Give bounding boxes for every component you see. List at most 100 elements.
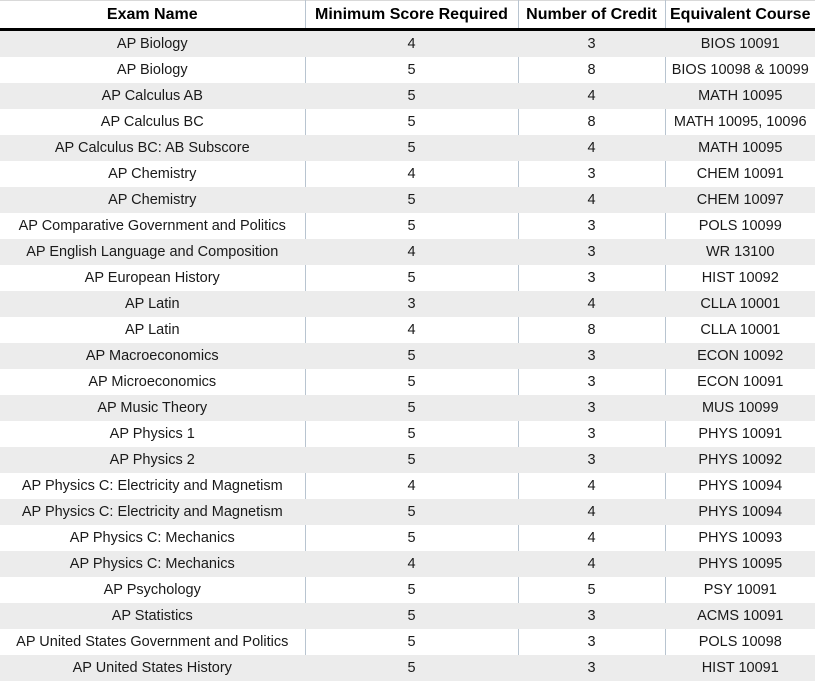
cell-exam-name: AP Physics C: Electricity and Magnetism: [0, 499, 305, 525]
cell-exam-name: AP European History: [0, 265, 305, 291]
table-row: AP Calculus BC: AB Subscore54MATH 10095: [0, 135, 815, 161]
table-row: AP Chemistry43CHEM 10091: [0, 161, 815, 187]
table-row: AP Calculus BC58MATH 10095, 10096: [0, 109, 815, 135]
table-row: AP Physics C: Electricity and Magnetism5…: [0, 499, 815, 525]
cell-minimum-score-required: 5: [305, 629, 518, 655]
cell-equivalent-course: ECON 10091: [665, 369, 815, 395]
cell-equivalent-course: HIST 10092: [665, 265, 815, 291]
cell-equivalent-course: ECON 10092: [665, 343, 815, 369]
cell-equivalent-course: MATH 10095: [665, 83, 815, 109]
cell-equivalent-course: CHEM 10091: [665, 161, 815, 187]
cell-minimum-score-required: 4: [305, 239, 518, 265]
cell-exam-name: AP Physics C: Mechanics: [0, 525, 305, 551]
cell-number-of-credit: 3: [518, 213, 665, 239]
cell-equivalent-course: PHYS 10095: [665, 551, 815, 577]
ap-credit-table: Exam Name Minimum Score Required Number …: [0, 0, 815, 681]
cell-number-of-credit: 4: [518, 499, 665, 525]
table-row: AP Latin48CLLA 10001: [0, 317, 815, 343]
cell-minimum-score-required: 5: [305, 343, 518, 369]
table-row: AP Physics 153PHYS 10091: [0, 421, 815, 447]
table-row: AP Biology58BIOS 10098 & 10099: [0, 57, 815, 83]
cell-equivalent-course: CLLA 10001: [665, 291, 815, 317]
cell-minimum-score-required: 5: [305, 369, 518, 395]
cell-number-of-credit: 4: [518, 83, 665, 109]
cell-equivalent-course: PHYS 10093: [665, 525, 815, 551]
cell-equivalent-course: MUS 10099: [665, 395, 815, 421]
cell-equivalent-course: BIOS 10098 & 10099: [665, 57, 815, 83]
cell-number-of-credit: 4: [518, 473, 665, 499]
cell-exam-name: AP Biology: [0, 57, 305, 83]
cell-number-of-credit: 3: [518, 447, 665, 473]
cell-exam-name: AP Latin: [0, 291, 305, 317]
column-header-minimum-score-required: Minimum Score Required: [305, 1, 518, 30]
cell-equivalent-course: ACMS 10091: [665, 603, 815, 629]
cell-number-of-credit: 3: [518, 161, 665, 187]
table-row: AP Psychology55PSY 10091: [0, 577, 815, 603]
cell-minimum-score-required: 5: [305, 265, 518, 291]
cell-exam-name: AP Chemistry: [0, 161, 305, 187]
cell-minimum-score-required: 5: [305, 109, 518, 135]
cell-equivalent-course: PHYS 10094: [665, 473, 815, 499]
cell-number-of-credit: 3: [518, 421, 665, 447]
table-row: AP Physics 253PHYS 10092: [0, 447, 815, 473]
cell-minimum-score-required: 5: [305, 525, 518, 551]
cell-number-of-credit: 8: [518, 57, 665, 83]
cell-minimum-score-required: 4: [305, 317, 518, 343]
table-row: AP Physics C: Mechanics54PHYS 10093: [0, 525, 815, 551]
cell-exam-name: AP Calculus AB: [0, 83, 305, 109]
cell-number-of-credit: 5: [518, 577, 665, 603]
cell-number-of-credit: 4: [518, 187, 665, 213]
cell-equivalent-course: BIOS 10091: [665, 30, 815, 58]
column-header-equivalent-course: Equivalent Course: [665, 1, 815, 30]
table-row: AP Macroeconomics53ECON 10092: [0, 343, 815, 369]
cell-number-of-credit: 3: [518, 265, 665, 291]
cell-equivalent-course: CLLA 10001: [665, 317, 815, 343]
column-header-number-of-credit: Number of Credit: [518, 1, 665, 30]
table-row: AP Physics C: Electricity and Magnetism4…: [0, 473, 815, 499]
cell-exam-name: AP Calculus BC: AB Subscore: [0, 135, 305, 161]
cell-minimum-score-required: 5: [305, 603, 518, 629]
cell-equivalent-course: POLS 10099: [665, 213, 815, 239]
cell-number-of-credit: 3: [518, 239, 665, 265]
cell-minimum-score-required: 5: [305, 499, 518, 525]
table-row: AP United States History53HIST 10091: [0, 655, 815, 681]
table-row: AP Statistics53ACMS 10091: [0, 603, 815, 629]
cell-equivalent-course: POLS 10098: [665, 629, 815, 655]
cell-exam-name: AP United States Government and Politics: [0, 629, 305, 655]
cell-exam-name: AP Calculus BC: [0, 109, 305, 135]
cell-minimum-score-required: 5: [305, 213, 518, 239]
cell-exam-name: AP United States History: [0, 655, 305, 681]
cell-minimum-score-required: 5: [305, 135, 518, 161]
table-row: AP English Language and Composition43WR …: [0, 239, 815, 265]
cell-exam-name: AP Music Theory: [0, 395, 305, 421]
table-row: AP United States Government and Politics…: [0, 629, 815, 655]
cell-number-of-credit: 3: [518, 395, 665, 421]
cell-equivalent-course: MATH 10095, 10096: [665, 109, 815, 135]
table-row: AP Physics C: Mechanics44PHYS 10095: [0, 551, 815, 577]
cell-exam-name: AP Latin: [0, 317, 305, 343]
table-row: AP Biology43BIOS 10091: [0, 30, 815, 58]
table-row: AP Music Theory53MUS 10099: [0, 395, 815, 421]
cell-minimum-score-required: 5: [305, 447, 518, 473]
cell-minimum-score-required: 5: [305, 57, 518, 83]
cell-minimum-score-required: 4: [305, 473, 518, 499]
cell-equivalent-course: CHEM 10097: [665, 187, 815, 213]
cell-minimum-score-required: 5: [305, 577, 518, 603]
cell-minimum-score-required: 5: [305, 421, 518, 447]
cell-number-of-credit: 3: [518, 343, 665, 369]
cell-number-of-credit: 8: [518, 109, 665, 135]
cell-equivalent-course: PSY 10091: [665, 577, 815, 603]
table-header: Exam Name Minimum Score Required Number …: [0, 1, 815, 30]
cell-minimum-score-required: 3: [305, 291, 518, 317]
table-row: AP Microeconomics53ECON 10091: [0, 369, 815, 395]
cell-number-of-credit: 3: [518, 30, 665, 58]
cell-minimum-score-required: 4: [305, 551, 518, 577]
cell-exam-name: AP Microeconomics: [0, 369, 305, 395]
cell-exam-name: AP Physics C: Electricity and Magnetism: [0, 473, 305, 499]
cell-number-of-credit: 4: [518, 525, 665, 551]
table-row: AP Comparative Government and Politics53…: [0, 213, 815, 239]
cell-exam-name: AP Macroeconomics: [0, 343, 305, 369]
cell-minimum-score-required: 5: [305, 395, 518, 421]
cell-exam-name: AP Statistics: [0, 603, 305, 629]
cell-exam-name: AP Biology: [0, 30, 305, 58]
